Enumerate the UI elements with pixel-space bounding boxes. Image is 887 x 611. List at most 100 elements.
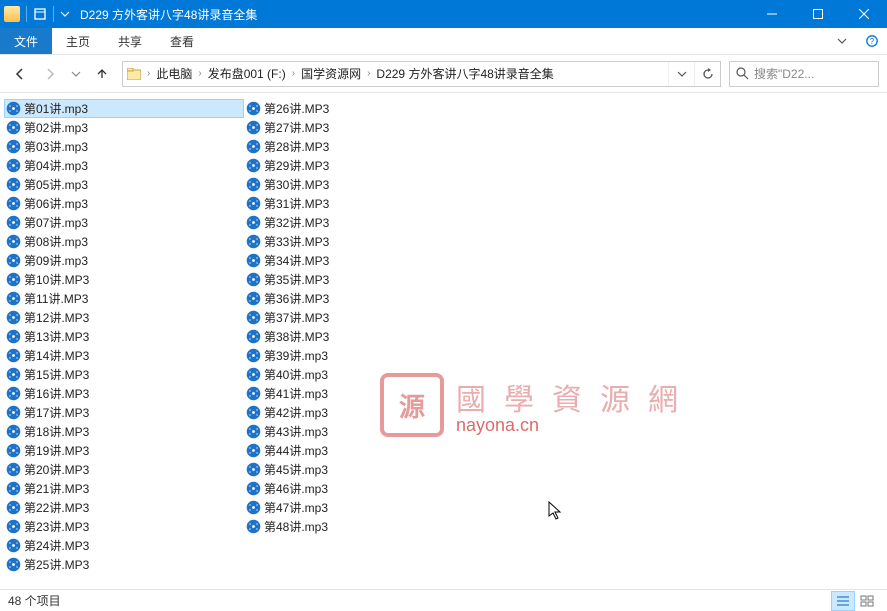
details-view-icon[interactable] bbox=[831, 591, 855, 611]
chevron-right-icon[interactable]: › bbox=[290, 68, 297, 79]
forward-button[interactable] bbox=[38, 62, 62, 86]
file-item[interactable]: 第10讲.MP3 bbox=[4, 270, 244, 289]
file-pane[interactable]: 第01讲.mp3第02讲.mp3第03讲.mp3第04讲.mp3第05讲.mp3… bbox=[0, 93, 887, 589]
file-name: 第08讲.mp3 bbox=[24, 233, 88, 250]
file-item[interactable]: 第32讲.MP3 bbox=[244, 213, 484, 232]
file-name: 第33讲.MP3 bbox=[264, 233, 329, 250]
crumb[interactable]: D229 方外客讲八字48讲录音全集 bbox=[372, 65, 557, 82]
file-name: 第13讲.MP3 bbox=[24, 328, 89, 345]
file-item[interactable]: 第46讲.mp3 bbox=[244, 479, 484, 498]
file-item[interactable]: 第37讲.MP3 bbox=[244, 308, 484, 327]
file-item[interactable]: 第27讲.MP3 bbox=[244, 118, 484, 137]
navbar: › 此电脑 › 发布盘001 (F:) › 国学资源网 › D229 方外客讲八… bbox=[0, 55, 887, 93]
file-name: 第40讲.mp3 bbox=[264, 366, 328, 383]
chevron-right-icon[interactable]: › bbox=[196, 68, 203, 79]
file-name: 第48讲.mp3 bbox=[264, 518, 328, 535]
file-item[interactable]: 第19讲.MP3 bbox=[4, 441, 244, 460]
file-tab[interactable]: 文件 bbox=[0, 28, 52, 54]
file-item[interactable]: 第05讲.mp3 bbox=[4, 175, 244, 194]
address-dropdown-icon[interactable] bbox=[668, 62, 694, 86]
file-item[interactable]: 第15讲.MP3 bbox=[4, 365, 244, 384]
file-item[interactable]: 第35讲.MP3 bbox=[244, 270, 484, 289]
file-name: 第43讲.mp3 bbox=[264, 423, 328, 440]
file-name: 第32讲.MP3 bbox=[264, 214, 329, 231]
file-item[interactable]: 第43讲.mp3 bbox=[244, 422, 484, 441]
file-item[interactable]: 第41讲.mp3 bbox=[244, 384, 484, 403]
file-item[interactable]: 第28讲.MP3 bbox=[244, 137, 484, 156]
file-item[interactable]: 第34讲.MP3 bbox=[244, 251, 484, 270]
up-button[interactable] bbox=[90, 62, 114, 86]
file-item[interactable]: 第04讲.mp3 bbox=[4, 156, 244, 175]
file-name: 第15讲.MP3 bbox=[24, 366, 89, 383]
file-item[interactable]: 第24讲.MP3 bbox=[4, 536, 244, 555]
file-item[interactable]: 第23讲.MP3 bbox=[4, 517, 244, 536]
help-icon[interactable]: ? bbox=[857, 28, 887, 54]
file-item[interactable]: 第25讲.MP3 bbox=[4, 555, 244, 574]
file-name: 第20讲.MP3 bbox=[24, 461, 89, 478]
chevron-right-icon[interactable]: › bbox=[145, 68, 152, 79]
close-button[interactable] bbox=[841, 0, 887, 28]
crumb[interactable]: 发布盘001 (F:) bbox=[204, 65, 290, 82]
file-name: 第37讲.MP3 bbox=[264, 309, 329, 326]
address-bar[interactable]: › 此电脑 › 发布盘001 (F:) › 国学资源网 › D229 方外客讲八… bbox=[122, 61, 721, 87]
file-item[interactable]: 第30讲.MP3 bbox=[244, 175, 484, 194]
file-item[interactable]: 第47讲.mp3 bbox=[244, 498, 484, 517]
file-name: 第26讲.MP3 bbox=[264, 100, 329, 117]
file-item[interactable]: 第26讲.MP3 bbox=[244, 99, 484, 118]
file-name: 第29讲.MP3 bbox=[264, 157, 329, 174]
crumb[interactable]: 此电脑 bbox=[152, 65, 196, 82]
file-item[interactable]: 第39讲.mp3 bbox=[244, 346, 484, 365]
file-item[interactable]: 第40讲.mp3 bbox=[244, 365, 484, 384]
file-item[interactable]: 第45讲.mp3 bbox=[244, 460, 484, 479]
file-item[interactable]: 第09讲.mp3 bbox=[4, 251, 244, 270]
file-item[interactable]: 第36讲.MP3 bbox=[244, 289, 484, 308]
file-item[interactable]: 第48讲.mp3 bbox=[244, 517, 484, 536]
file-item[interactable]: 第13讲.MP3 bbox=[4, 327, 244, 346]
file-name: 第35讲.MP3 bbox=[264, 271, 329, 288]
file-item[interactable]: 第44讲.mp3 bbox=[244, 441, 484, 460]
search-input[interactable]: 搜索"D22... bbox=[729, 61, 879, 87]
tab-home[interactable]: 主页 bbox=[52, 28, 104, 54]
file-item[interactable]: 第21讲.MP3 bbox=[4, 479, 244, 498]
file-item[interactable]: 第12讲.MP3 bbox=[4, 308, 244, 327]
file-item[interactable]: 第03讲.mp3 bbox=[4, 137, 244, 156]
file-name: 第21讲.MP3 bbox=[24, 480, 89, 497]
qat-dropdown-icon[interactable] bbox=[60, 7, 70, 21]
chevron-right-icon[interactable]: › bbox=[365, 68, 372, 79]
titlebar: D229 方外客讲八字48讲录音全集 bbox=[0, 0, 887, 28]
file-name: 第18讲.MP3 bbox=[24, 423, 89, 440]
tab-view[interactable]: 查看 bbox=[156, 28, 208, 54]
file-item[interactable]: 第06讲.mp3 bbox=[4, 194, 244, 213]
file-item[interactable]: 第01讲.mp3 bbox=[4, 99, 244, 118]
crumb[interactable]: 国学资源网 bbox=[297, 65, 365, 82]
maximize-button[interactable] bbox=[795, 0, 841, 28]
history-dropdown-icon[interactable] bbox=[68, 62, 84, 86]
file-item[interactable]: 第11讲.MP3 bbox=[4, 289, 244, 308]
minimize-button[interactable] bbox=[749, 0, 795, 28]
tab-share[interactable]: 共享 bbox=[104, 28, 156, 54]
properties-icon[interactable] bbox=[33, 7, 47, 21]
file-item[interactable]: 第33讲.MP3 bbox=[244, 232, 484, 251]
file-item[interactable]: 第18讲.MP3 bbox=[4, 422, 244, 441]
file-item[interactable]: 第42讲.mp3 bbox=[244, 403, 484, 422]
thumbnails-view-icon[interactable] bbox=[855, 591, 879, 611]
file-name: 第46讲.mp3 bbox=[264, 480, 328, 497]
file-item[interactable]: 第16讲.MP3 bbox=[4, 384, 244, 403]
back-button[interactable] bbox=[8, 62, 32, 86]
file-item[interactable]: 第31讲.MP3 bbox=[244, 194, 484, 213]
refresh-icon[interactable] bbox=[694, 62, 720, 86]
file-name: 第10讲.MP3 bbox=[24, 271, 89, 288]
file-item[interactable]: 第22讲.MP3 bbox=[4, 498, 244, 517]
file-item[interactable]: 第29讲.MP3 bbox=[244, 156, 484, 175]
file-item[interactable]: 第38讲.MP3 bbox=[244, 327, 484, 346]
ribbon-expand-icon[interactable] bbox=[827, 28, 857, 54]
file-item[interactable]: 第07讲.mp3 bbox=[4, 213, 244, 232]
file-item[interactable]: 第02讲.mp3 bbox=[4, 118, 244, 137]
file-name: 第14讲.MP3 bbox=[24, 347, 89, 364]
file-item[interactable]: 第08讲.mp3 bbox=[4, 232, 244, 251]
statusbar: 48 个项目 bbox=[0, 589, 887, 611]
file-item[interactable]: 第20讲.MP3 bbox=[4, 460, 244, 479]
file-item[interactable]: 第17讲.MP3 bbox=[4, 403, 244, 422]
file-item[interactable]: 第14讲.MP3 bbox=[4, 346, 244, 365]
file-name: 第23讲.MP3 bbox=[24, 518, 89, 535]
